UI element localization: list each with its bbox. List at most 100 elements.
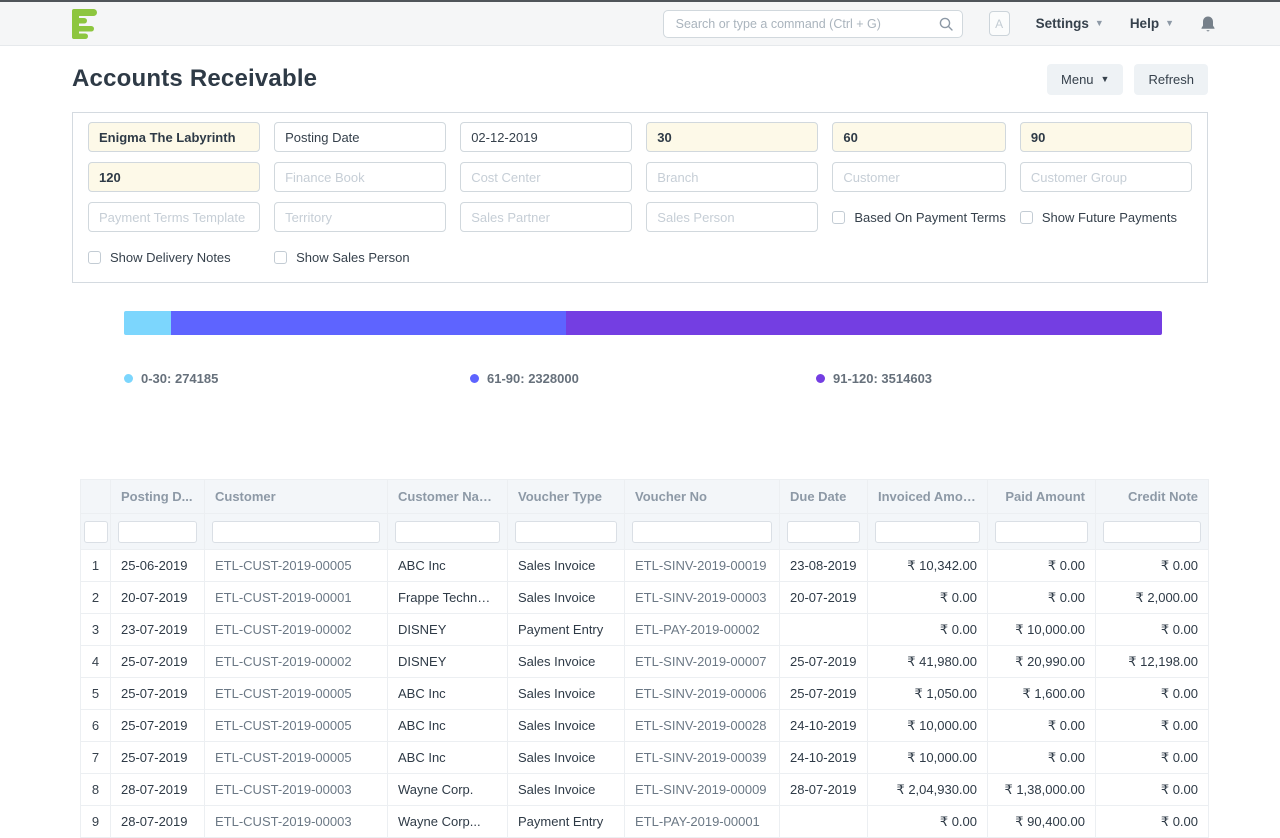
- column-header[interactable]: Customer: [205, 480, 388, 514]
- table-cell[interactable]: ETL-SINV-2019-00009: [625, 774, 780, 806]
- filter-field[interactable]: [646, 122, 818, 152]
- filter-checkbox[interactable]: Based On Payment Terms: [832, 202, 1006, 232]
- filter-checkbox[interactable]: Show Future Payments: [1020, 202, 1192, 232]
- table-cell: ₹ 1,050.00: [868, 678, 988, 710]
- column-header[interactable]: Voucher No: [625, 480, 780, 514]
- column-header[interactable]: Customer Name: [388, 480, 508, 514]
- help-label: Help: [1130, 16, 1159, 31]
- column-filter-input[interactable]: [118, 521, 197, 543]
- chart-bar-segment-0-30: [124, 311, 171, 335]
- global-search: [663, 10, 963, 38]
- table-cell[interactable]: ETL-SINV-2019-00028: [625, 710, 780, 742]
- column-filter-input[interactable]: [787, 521, 860, 543]
- column-filter-input[interactable]: [875, 521, 980, 543]
- filter-checkbox[interactable]: Show Sales Person: [274, 242, 446, 272]
- chevron-down-icon: ▼: [1101, 75, 1110, 84]
- table-cell: ABC Inc: [388, 710, 508, 742]
- column-header[interactable]: Paid Amount: [988, 480, 1096, 514]
- table-cell: Sales Invoice: [508, 646, 625, 678]
- search-input[interactable]: [663, 10, 963, 38]
- column-header[interactable]: Voucher Type: [508, 480, 625, 514]
- column-filter-cell: [508, 514, 625, 550]
- table-cell[interactable]: ETL-CUST-2019-00002: [205, 646, 388, 678]
- column-filter-cell: [205, 514, 388, 550]
- filter-field[interactable]: [1020, 122, 1192, 152]
- table-cell: [780, 614, 868, 646]
- app-logo-icon[interactable]: [72, 9, 98, 39]
- table-cell[interactable]: ETL-CUST-2019-00005: [205, 710, 388, 742]
- checkbox-label: Based On Payment Terms: [854, 210, 1006, 225]
- avatar[interactable]: A: [989, 11, 1010, 36]
- column-header[interactable]: Credit Note: [1096, 480, 1209, 514]
- filter-field[interactable]: [1020, 162, 1192, 192]
- refresh-button-label: Refresh: [1148, 72, 1194, 87]
- table-cell[interactable]: ETL-CUST-2019-00001: [205, 582, 388, 614]
- filter-field[interactable]: [274, 162, 446, 192]
- table-cell[interactable]: ETL-SINV-2019-00039: [625, 742, 780, 774]
- stacked-bar: [124, 311, 1162, 335]
- table-cell: ₹ 0.00: [988, 582, 1096, 614]
- filter-field[interactable]: [460, 162, 632, 192]
- checkbox-icon[interactable]: [1020, 211, 1033, 224]
- column-filter-input[interactable]: [84, 521, 108, 543]
- column-filter-input[interactable]: [632, 521, 772, 543]
- table-cell: ₹ 10,000.00: [988, 614, 1096, 646]
- filter-field[interactable]: [646, 162, 818, 192]
- search-icon: [938, 16, 954, 32]
- filter-field[interactable]: [460, 202, 632, 232]
- report-filters: Based On Payment Terms Show Future Paymen…: [72, 112, 1208, 283]
- table-cell[interactable]: ETL-CUST-2019-00005: [205, 678, 388, 710]
- column-header[interactable]: [81, 480, 111, 514]
- table-cell: [780, 806, 868, 838]
- table-cell: 25-07-2019: [111, 710, 205, 742]
- filter-field[interactable]: [88, 162, 260, 192]
- filter-field[interactable]: [88, 122, 260, 152]
- menu-button[interactable]: Menu ▼: [1047, 64, 1123, 95]
- table-cell[interactable]: ETL-CUST-2019-00005: [205, 742, 388, 774]
- column-filter-cell: [780, 514, 868, 550]
- table-cell[interactable]: ETL-CUST-2019-00003: [205, 774, 388, 806]
- table-cell[interactable]: ETL-SINV-2019-00006: [625, 678, 780, 710]
- filter-field[interactable]: [646, 202, 818, 232]
- filter-field[interactable]: [832, 162, 1006, 192]
- column-header[interactable]: Posting D...: [111, 480, 205, 514]
- column-filter-input[interactable]: [212, 521, 380, 543]
- filter-field[interactable]: [832, 122, 1006, 152]
- filter-field[interactable]: [274, 202, 446, 232]
- filter-field[interactable]: [274, 122, 446, 152]
- column-filter-input[interactable]: [995, 521, 1088, 543]
- help-menu[interactable]: Help ▼: [1130, 16, 1174, 31]
- filter-field[interactable]: [460, 122, 632, 152]
- column-header[interactable]: Due Date: [780, 480, 868, 514]
- notifications-bell-icon[interactable]: [1200, 15, 1216, 33]
- table-cell[interactable]: ETL-CUST-2019-00005: [205, 550, 388, 582]
- table-cell: ABC Inc: [388, 742, 508, 774]
- table-cell: ABC Inc: [388, 550, 508, 582]
- table-cell[interactable]: ETL-PAY-2019-00001: [625, 806, 780, 838]
- table-cell: ₹ 0.00: [988, 742, 1096, 774]
- column-filter-cell: [988, 514, 1096, 550]
- table-cell[interactable]: ETL-SINV-2019-00007: [625, 646, 780, 678]
- checkbox-icon[interactable]: [88, 251, 101, 264]
- table-cell[interactable]: ETL-SINV-2019-00019: [625, 550, 780, 582]
- legend-item: 91-120: 3514603: [816, 371, 932, 386]
- settings-menu[interactable]: Settings ▼: [1036, 16, 1104, 31]
- table-filter-row: [81, 514, 1209, 550]
- column-filter-input[interactable]: [1103, 521, 1201, 543]
- table-cell[interactable]: ETL-SINV-2019-00003: [625, 582, 780, 614]
- table-cell: ₹ 10,000.00: [868, 742, 988, 774]
- table-cell[interactable]: ETL-PAY-2019-00002: [625, 614, 780, 646]
- column-filter-input[interactable]: [515, 521, 617, 543]
- table-cell[interactable]: ETL-CUST-2019-00002: [205, 614, 388, 646]
- table-cell[interactable]: ETL-CUST-2019-00003: [205, 806, 388, 838]
- checkbox-label: Show Future Payments: [1042, 210, 1177, 225]
- table-cell: 23-07-2019: [111, 614, 205, 646]
- filter-field[interactable]: [88, 202, 260, 232]
- column-filter-input[interactable]: [395, 521, 500, 543]
- checkbox-icon[interactable]: [274, 251, 287, 264]
- checkbox-icon[interactable]: [832, 211, 845, 224]
- refresh-button[interactable]: Refresh: [1134, 64, 1208, 95]
- legend-label: 61-90: 2328000: [487, 371, 579, 386]
- column-header[interactable]: Invoiced Amou...: [868, 480, 988, 514]
- filter-checkbox[interactable]: Show Delivery Notes: [88, 242, 260, 272]
